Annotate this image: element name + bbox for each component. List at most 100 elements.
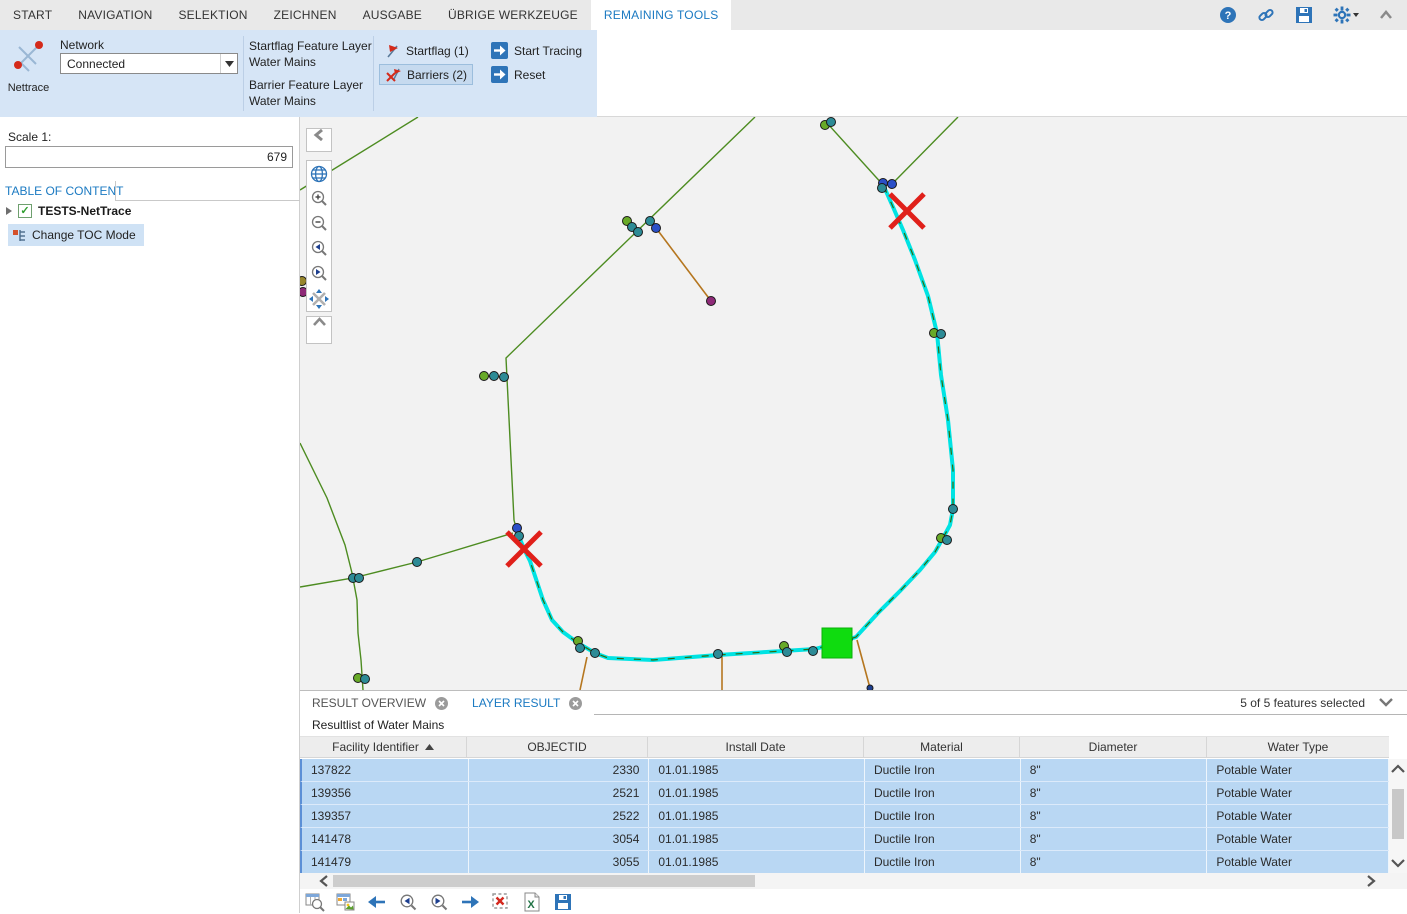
pan-icon (309, 289, 329, 309)
layer-tree-item[interactable]: ✓ TESTS-NetTrace (6, 204, 131, 218)
service-connection-line (656, 228, 711, 301)
help-icon[interactable]: ? (1219, 6, 1237, 24)
table-row[interactable]: 137822233001.01.1985Ductile Iron8"Potabl… (300, 759, 1389, 782)
water-main-line (506, 117, 755, 531)
tab-table-of-content[interactable]: TABLE OF CONTENT (5, 181, 123, 201)
table-row[interactable]: 141479305501.01.1985Ductile Iron8"Potabl… (300, 851, 1389, 874)
barrier-marker (507, 532, 541, 566)
clear-selection-button[interactable] (490, 891, 512, 913)
vertical-scroll-thumb[interactable] (1392, 789, 1404, 839)
tab-ausgabe[interactable]: AUSGABE (350, 0, 435, 30)
map-canvas[interactable] (300, 117, 1407, 690)
nettrace-icon (9, 38, 49, 74)
table-row[interactable]: 139357252201.01.1985Ductile Iron8"Potabl… (300, 805, 1389, 828)
start-tracing-button[interactable]: Start Tracing (486, 40, 587, 61)
tab-navigation[interactable]: NAVIGATION (65, 0, 165, 30)
table-cell: 139356 (302, 782, 469, 804)
table-cell: Potable Water (1207, 782, 1389, 804)
table-cell: 2330 (469, 759, 650, 781)
column-header-diameter[interactable]: Diameter (1020, 737, 1207, 757)
start-tracing-label: Start Tracing (514, 44, 582, 58)
column-header-label: OBJECTID (527, 740, 586, 754)
ribbon: Nettrace Network Connected Startflag Fea… (0, 30, 1407, 117)
table-cell: 139357 (302, 805, 469, 827)
table-cell: 137822 (302, 759, 469, 781)
zoom-next-result-button[interactable] (428, 891, 450, 913)
column-header-install-date[interactable]: Install Date (648, 737, 864, 757)
column-header-material[interactable]: Material (864, 737, 1020, 757)
table-header-row: Facility Identifier OBJECTID Install Dat… (300, 736, 1389, 758)
scroll-right-icon[interactable] (1365, 875, 1377, 887)
previous-extent-button[interactable] (307, 236, 331, 261)
group-separator (243, 36, 244, 111)
show-in-map-button[interactable] (335, 891, 357, 913)
tab-uebrige-werkzeuge[interactable]: ÜBRIGE WERKZEUGE (435, 0, 591, 30)
network-node (413, 558, 422, 567)
column-header-label: Facility Identifier (332, 740, 419, 754)
horizontal-scrollbar[interactable] (300, 873, 1407, 889)
table-cell: 8" (1021, 759, 1208, 781)
network-node (949, 505, 958, 514)
change-toc-mode-button[interactable]: Change TOC Mode (8, 224, 144, 246)
toc-tree-icon (12, 228, 27, 243)
map-svg (300, 117, 1407, 690)
tab-remaining-tools[interactable]: REMAINING TOOLS (591, 0, 732, 30)
collapse-ribbon-icon[interactable] (1379, 10, 1393, 20)
settings-icon[interactable] (1333, 6, 1359, 24)
tab-layer-result[interactable]: LAYER RESULT (460, 691, 594, 715)
column-header-label: Install Date (725, 740, 785, 754)
network-node (361, 675, 370, 684)
water-main-line (300, 533, 513, 587)
link-icon[interactable] (1257, 6, 1275, 24)
chevron-down-icon[interactable] (1379, 698, 1393, 707)
chevron-left-icon (313, 129, 325, 141)
network-node (809, 647, 818, 656)
save-result-button[interactable] (552, 891, 574, 913)
table-row[interactable]: 139356252101.01.1985Ductile Iron8"Potabl… (300, 782, 1389, 805)
close-icon[interactable] (435, 697, 448, 710)
table-cell: Ductile Iron (865, 805, 1021, 827)
zoom-to-result-button[interactable] (304, 891, 326, 913)
vertical-scrollbar[interactable] (1389, 759, 1407, 873)
column-header-facility-identifier[interactable]: Facility Identifier (300, 737, 467, 757)
table-cell: Potable Water (1207, 851, 1389, 873)
scale-input[interactable] (5, 146, 293, 168)
horizontal-scroll-thumb[interactable] (333, 875, 755, 887)
next-record-button[interactable] (459, 891, 481, 913)
tab-start[interactable]: START (0, 0, 65, 30)
export-excel-button[interactable]: X (521, 891, 543, 913)
nettrace-button[interactable]: Nettrace (2, 32, 55, 115)
tab-selektion[interactable]: SELEKTION (165, 0, 260, 30)
tab-result-overview[interactable]: RESULT OVERVIEW (300, 691, 460, 715)
pan-button[interactable] (307, 286, 331, 311)
layer-checkbox[interactable]: ✓ (18, 204, 32, 218)
full-extent-button[interactable] (307, 161, 331, 186)
save-icon[interactable] (1295, 6, 1313, 24)
zoom-out-button[interactable] (307, 211, 331, 236)
next-extent-button[interactable] (307, 261, 331, 286)
tab-result-overview-label: RESULT OVERVIEW (312, 696, 426, 710)
column-header-water-type[interactable]: Water Type (1207, 737, 1389, 757)
chevron-down-icon[interactable] (220, 54, 237, 73)
startflag-button[interactable]: Startflag (1) (379, 40, 474, 61)
table-row[interactable]: 141478305401.01.1985Ductile Iron8"Potabl… (300, 828, 1389, 851)
expander-icon[interactable] (6, 207, 12, 215)
close-icon[interactable] (569, 697, 582, 710)
zoom-out-icon (310, 215, 328, 233)
scale-label: Scale 1: (8, 130, 51, 144)
collapse-panel-button[interactable] (306, 128, 332, 152)
network-select[interactable]: Connected (60, 53, 238, 74)
zoom-previous-result-button[interactable] (397, 891, 419, 913)
tab-zeichnen[interactable]: ZEICHNEN (261, 0, 350, 30)
column-header-objectid[interactable]: OBJECTID (467, 737, 648, 757)
scroll-down-icon[interactable] (1389, 857, 1407, 869)
scroll-up-icon[interactable] (1389, 763, 1407, 775)
table-cell: Ductile Iron (865, 851, 1021, 873)
zoom-in-button[interactable] (307, 186, 331, 211)
scroll-left-icon[interactable] (318, 875, 330, 887)
reset-icon (491, 66, 508, 83)
toolbar-collapse-button[interactable] (306, 316, 332, 344)
barriers-button[interactable]: Barriers (2) (379, 64, 473, 85)
reset-button[interactable]: Reset (486, 64, 550, 85)
previous-record-button[interactable] (366, 891, 388, 913)
